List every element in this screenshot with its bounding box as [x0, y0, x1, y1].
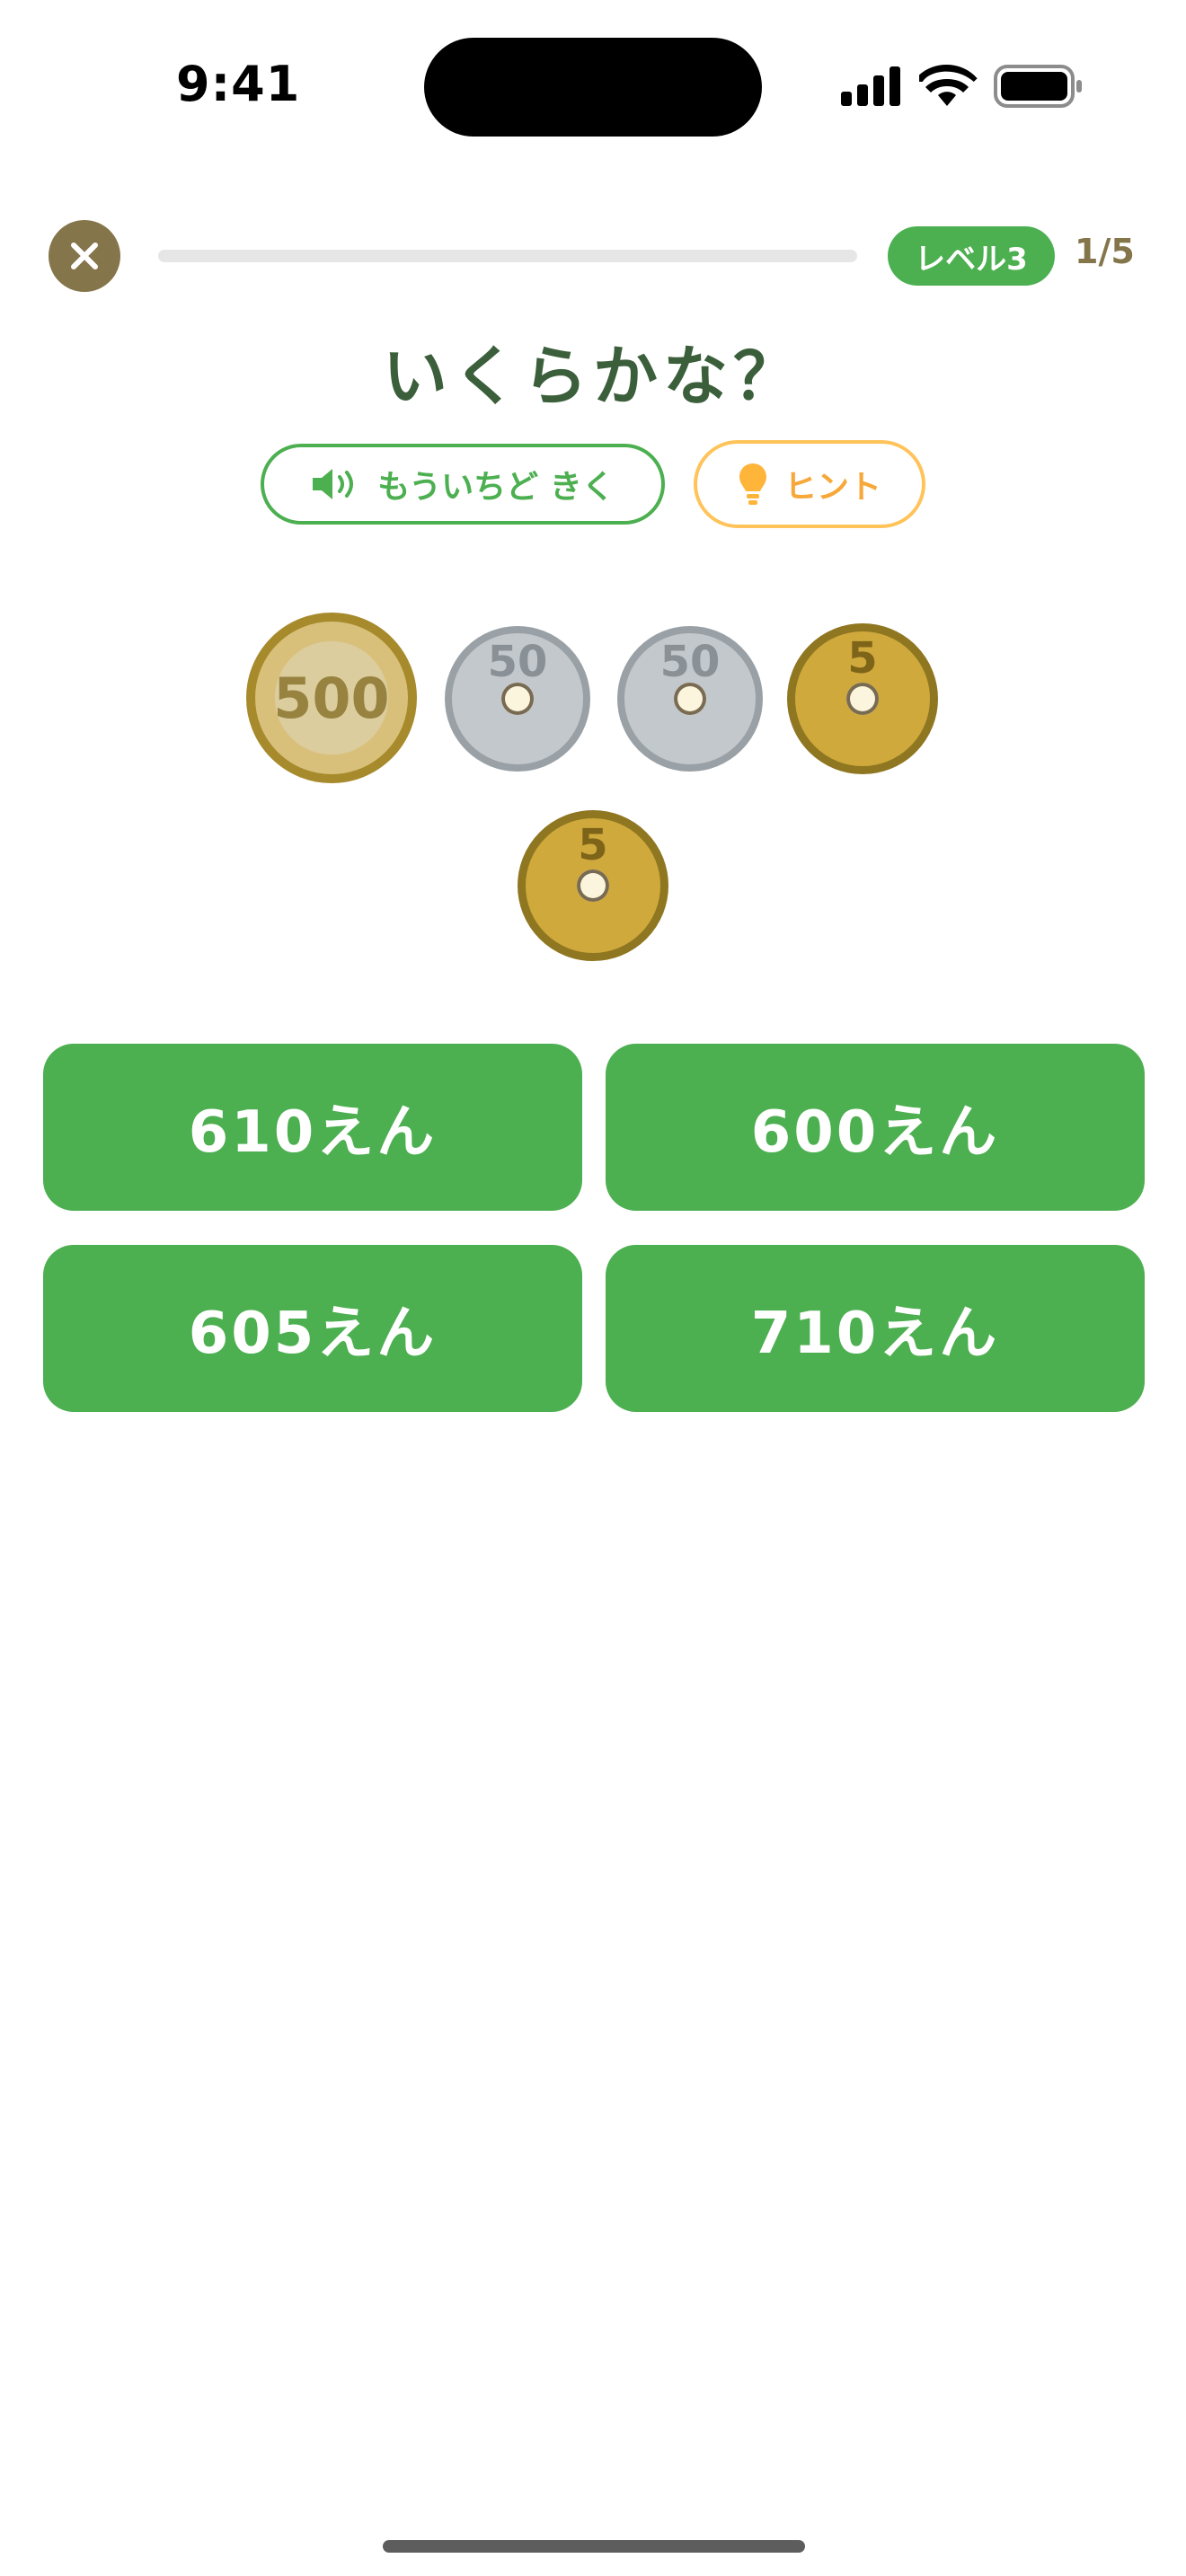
coin-5-yen: 5: [518, 810, 668, 961]
coin-hole: [577, 869, 609, 902]
replay-audio-button[interactable]: もういちど きく: [261, 444, 665, 525]
lightbulb-icon: [739, 463, 766, 505]
dynamic-island: [424, 38, 762, 137]
battery-icon: [994, 65, 1082, 108]
close-button[interactable]: [49, 220, 120, 292]
answer-button-610[interactable]: 610えん: [43, 1044, 582, 1211]
coin-50-yen: 50: [445, 626, 590, 772]
answer-button-710[interactable]: 710えん: [606, 1245, 1145, 1412]
coin-50-yen: 50: [617, 626, 763, 772]
answer-button-600[interactable]: 600えん: [606, 1044, 1145, 1211]
status-time: 9:41: [176, 56, 301, 112]
status-icons: [841, 65, 1082, 108]
coin-hole: [674, 683, 706, 715]
hint-label: ヒント: [783, 469, 881, 506]
question-counter: 1/5: [1075, 232, 1135, 271]
speaker-icon: [313, 469, 354, 499]
coin-hole: [846, 683, 879, 715]
cellular-signal-icon: [841, 66, 900, 106]
close-icon: [71, 243, 98, 269]
coin-hole: [501, 683, 534, 715]
replay-label: もういちど きく: [377, 469, 615, 506]
home-indicator: [383, 2540, 805, 2553]
coin-500-yen: 500: [246, 613, 417, 783]
wifi-icon: [919, 65, 978, 106]
hint-button[interactable]: ヒント: [694, 440, 925, 528]
progress-bar: [158, 250, 857, 262]
question-title: いくらかな？: [382, 339, 803, 414]
level-badge: レベル3: [888, 226, 1055, 286]
coin-5-yen: 5: [787, 623, 938, 774]
answer-button-605[interactable]: 605えん: [43, 1245, 582, 1412]
coin-value: 500: [273, 665, 390, 731]
